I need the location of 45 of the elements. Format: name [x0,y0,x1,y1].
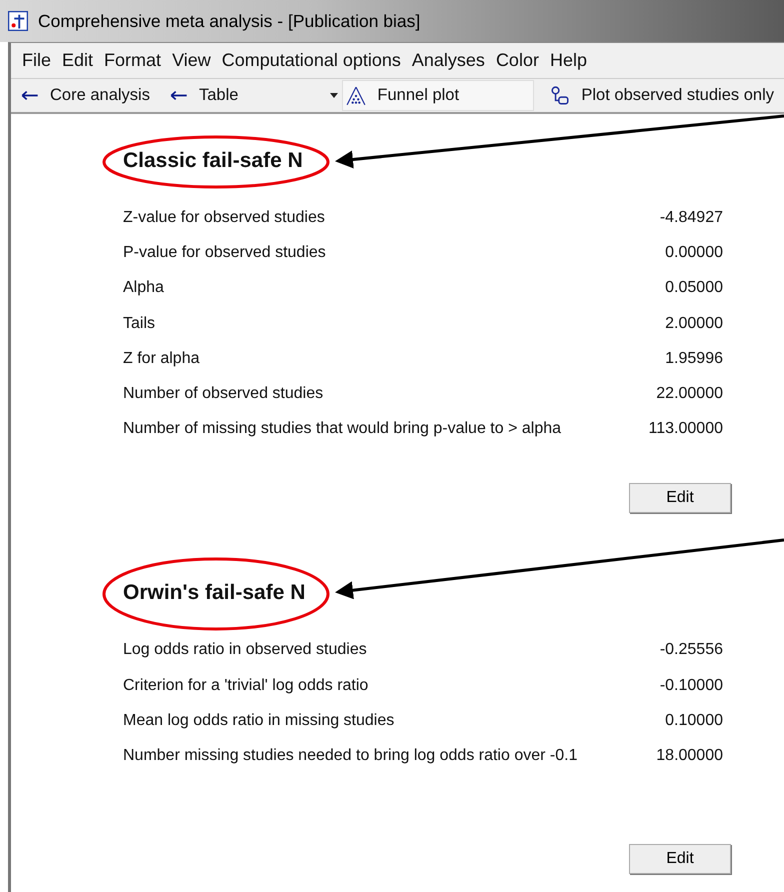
stat-label: Log odds ratio in observed studies [123,641,367,660]
edit-button[interactable]: Edit [629,483,731,514]
stat-label: Mean log odds ratio in missing studies [123,712,394,730]
funnel-icon [346,86,366,106]
stat-value: 0.05000 [665,279,723,298]
menu-item[interactable]: Color [496,50,539,71]
menu-item[interactable]: File [22,50,52,71]
stat-label: Number missing studies needed to bring log odds ratio over -0.1 [123,746,578,765]
stat-label: Z-value for observed studies [123,209,325,227]
stat-value: 18.00000 [656,746,723,765]
stat-value: -4.84927 [660,209,723,227]
stat-value: 2.00000 [665,314,723,333]
app-icon [8,11,28,31]
section-heading: Orwin's fail-safe N [123,580,306,606]
stat-value: 0.00000 [665,244,723,262]
menu-item[interactable]: Format [104,50,162,71]
back-button[interactable]: Core analysis [11,80,160,111]
funnel-plot-button[interactable]: Funnel plot [342,80,534,111]
caret-icon[interactable] [330,93,338,98]
menu-item[interactable]: Help [550,50,587,71]
stat-label: Number of missing studies that would bring p-value to > alpha [123,420,562,438]
edit-button[interactable]: Edit [629,844,731,874]
window-title: Comprehensive meta analysis - [Publication bias] [38,10,420,32]
menu-item[interactable]: Edit [62,50,94,71]
nodes-icon [550,86,570,106]
back-button[interactable]: Table [160,80,248,111]
stat-value: -0.10000 [660,676,723,694]
menu-item[interactable]: Analyses [412,50,485,71]
stat-label: Criterion for a 'trivial' log odds ratio [123,676,368,694]
stat-label: Alpha [123,279,164,298]
stat-label: Tails [123,314,156,333]
stat-label: Z for alpha [123,350,200,368]
menu-item[interactable]: Computational options [222,50,401,71]
arrow-left-icon [170,90,188,101]
stat-value: 0.10000 [665,712,723,730]
stat-label: Number of observed studies [123,384,324,403]
stat-value: 22.00000 [656,384,723,403]
section-heading: Classic fail-safe N [123,148,304,174]
stat-value: -0.25556 [660,641,723,660]
stat-label: P-value for observed studies [123,244,326,262]
arrow-left-icon [21,90,39,101]
stat-value: 113.00000 [648,420,723,438]
stat-value: 1.95996 [665,350,723,368]
menu-item[interactable]: View [172,50,211,71]
plot-observed-button[interactable]: Plot observed studies only [540,80,784,111]
